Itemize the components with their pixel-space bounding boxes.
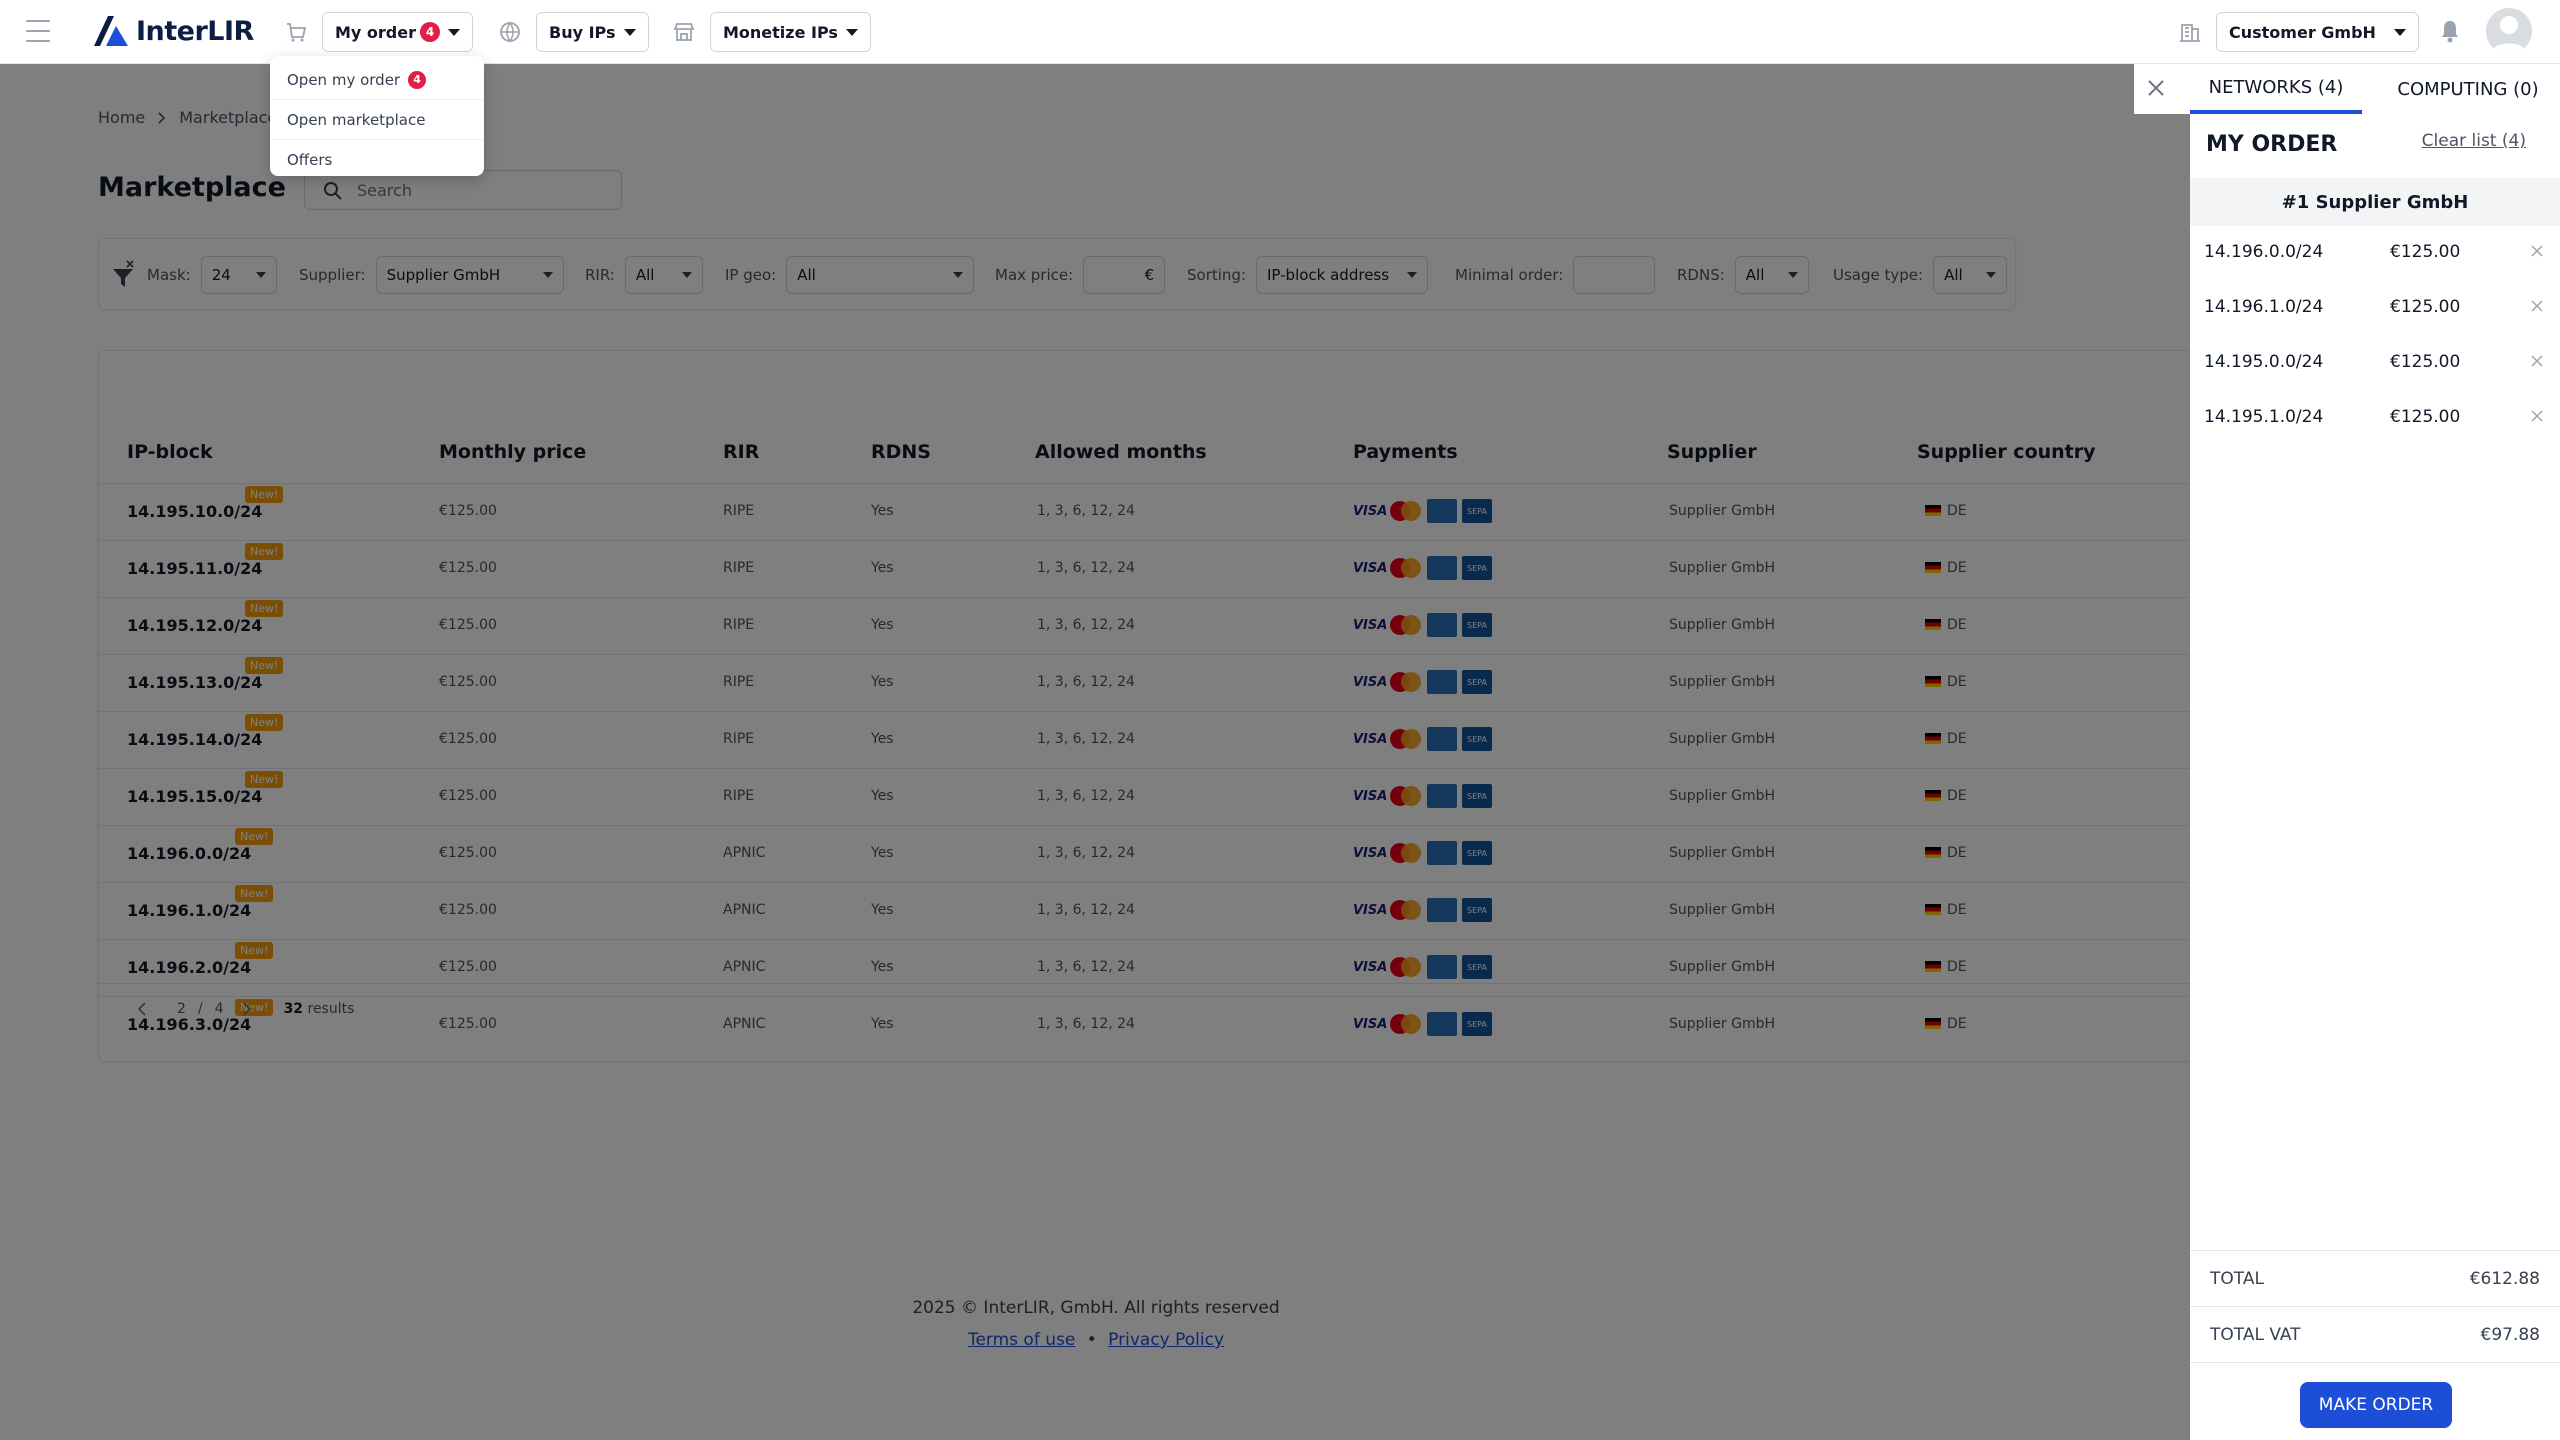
account-dropdown[interactable]: Customer GmbH (2216, 12, 2419, 52)
brand-logo[interactable]: InterLIR (92, 14, 254, 48)
panel-title: MY ORDER (2206, 132, 2338, 157)
total-vat-label: TOTAL VAT (2210, 1324, 2301, 1345)
user-avatar[interactable] (2486, 8, 2532, 54)
order-count-badge: 4 (408, 70, 427, 89)
order-item-ip: 14.195.0.0/24 (2204, 352, 2324, 372)
order-item-ip: 14.195.1.0/24 (2204, 407, 2324, 427)
bell-icon[interactable] (2438, 18, 2462, 44)
menu-item-open-my-order[interactable]: Open my order 4 (270, 60, 484, 100)
monetize-ips-label: Monetize IPs (723, 22, 838, 42)
order-count-badge: 4 (420, 22, 440, 42)
top-bar: InterLIR My order 4 Buy IPs Monetize IPs… (0, 0, 2560, 64)
menu-item-label: Offers (287, 151, 333, 169)
buy-ips-dropdown[interactable]: Buy IPs (536, 12, 649, 52)
make-order-button[interactable]: MAKE ORDER (2300, 1382, 2452, 1428)
globe-icon (500, 22, 520, 43)
my-order-menu: Open my order 4 Open marketplace Offers (270, 56, 484, 176)
menu-item-label: Open marketplace (287, 110, 426, 129)
order-panel-tabs: NETWORKS (4) COMPUTING (0) (2134, 64, 2560, 114)
buy-ips-label: Buy IPs (549, 22, 616, 42)
order-item-ip: 14.196.1.0/24 (2204, 297, 2324, 317)
total-vat-row: TOTAL VAT €97.88 (2190, 1307, 2560, 1363)
chevron-down-icon (2393, 28, 2406, 36)
chevron-down-icon (448, 28, 460, 36)
total-row: TOTAL €612.88 (2190, 1251, 2560, 1307)
order-item-ip: 14.196.0.0/24 (2204, 242, 2324, 262)
order-item: 14.195.1.0/24 €125.00 (2190, 391, 2560, 446)
chevron-down-icon (845, 28, 858, 36)
close-icon[interactable] (2144, 76, 2168, 100)
store-icon (673, 23, 695, 41)
account-label: Customer GmbH (2229, 22, 2376, 42)
logo-mark-icon (94, 16, 128, 46)
modal-overlay[interactable] (0, 64, 2560, 1440)
order-item-price: €125.00 (2390, 352, 2461, 372)
remove-item-icon[interactable] (2530, 354, 2544, 368)
order-item-price: €125.00 (2390, 242, 2461, 262)
tab-networks[interactable]: NETWORKS (4) (2190, 64, 2362, 114)
my-order-dropdown[interactable]: My order 4 (322, 12, 473, 52)
my-order-panel: MY ORDER Clear list (4) #1 Supplier GmbH… (2190, 114, 2560, 1440)
supplier-group-header: #1 Supplier GmbH (2190, 178, 2560, 226)
menu-item-open-marketplace[interactable]: Open marketplace (270, 100, 484, 140)
hamburger-menu-icon[interactable] (26, 20, 50, 42)
menu-item-offers[interactable]: Offers (270, 140, 484, 180)
company-icon (2180, 24, 2200, 42)
order-item-price: €125.00 (2390, 297, 2461, 317)
menu-item-label: Open my order (287, 70, 401, 89)
order-item-price: €125.00 (2390, 407, 2461, 427)
brand-name: InterLIR (136, 15, 254, 47)
total-vat-value: €97.88 (2480, 1324, 2540, 1345)
user-icon (2491, 16, 2527, 54)
my-order-label: My order (335, 22, 416, 42)
monetize-ips-dropdown[interactable]: Monetize IPs (710, 12, 871, 52)
cart-icon (287, 23, 307, 42)
clear-list-link[interactable]: Clear list (4) (2422, 131, 2526, 151)
order-item: 14.196.1.0/24 €125.00 (2190, 281, 2560, 336)
tab-computing[interactable]: COMPUTING (0) (2382, 64, 2554, 114)
chevron-down-icon (623, 28, 636, 36)
order-item: 14.195.0.0/24 €125.00 (2190, 336, 2560, 391)
remove-item-icon[interactable] (2530, 409, 2544, 423)
remove-item-icon[interactable] (2530, 299, 2544, 313)
order-item: 14.196.0.0/24 €125.00 (2190, 226, 2560, 281)
remove-item-icon[interactable] (2530, 244, 2544, 258)
total-value: €612.88 (2469, 1268, 2540, 1289)
total-label: TOTAL (2210, 1268, 2264, 1289)
order-totals: TOTAL €612.88 TOTAL VAT €97.88 (2190, 1250, 2560, 1363)
